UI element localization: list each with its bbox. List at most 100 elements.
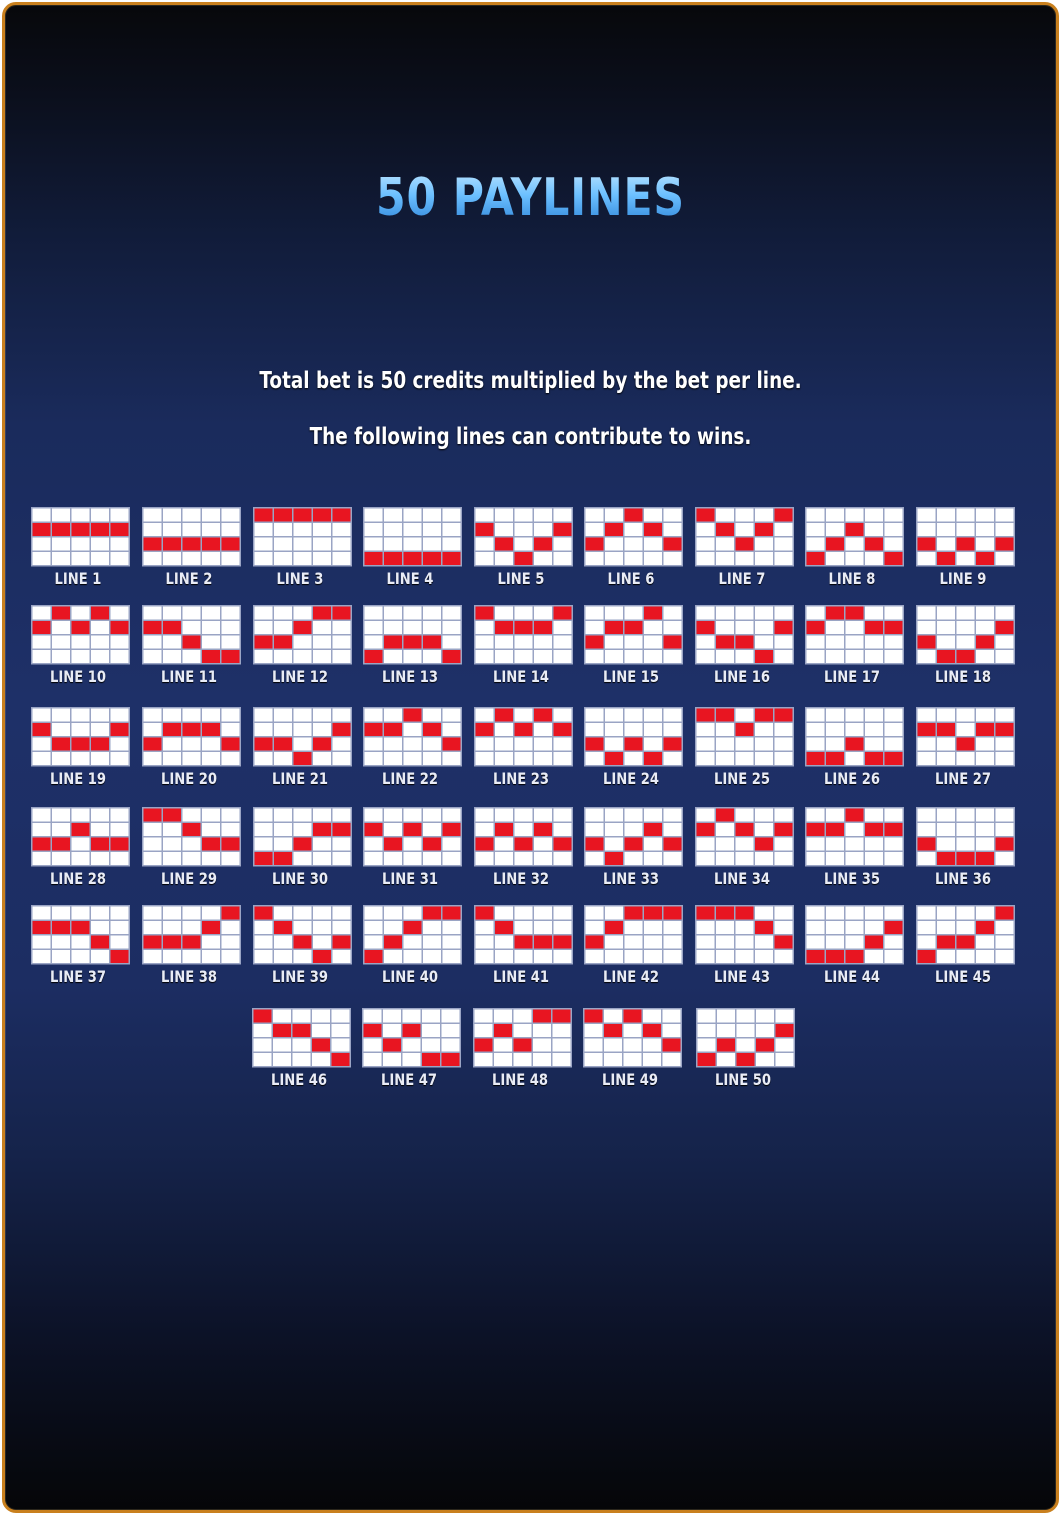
payline-cell-active [332, 823, 351, 836]
payline-cell-active [716, 906, 734, 920]
payline-cell [403, 808, 422, 822]
payline-diagram [474, 605, 573, 665]
payline-cell [254, 935, 273, 949]
payline-cell-active [143, 737, 162, 751]
payline-cell [553, 537, 572, 551]
payline-cell [937, 808, 955, 822]
payline-cell-active [71, 921, 90, 934]
payline-cell-active [884, 752, 903, 765]
payline-cell-active [221, 537, 240, 551]
payline-cell [441, 1038, 460, 1052]
payline-cell [585, 552, 604, 565]
payline-cell [331, 1038, 350, 1052]
payline-cell [696, 935, 715, 949]
payline-cell-active [956, 935, 975, 949]
payline-cell [495, 650, 513, 663]
payline-cell-active [806, 621, 825, 634]
payline-cell [717, 1024, 735, 1037]
payline-cell-active [254, 852, 273, 865]
payline-cell [605, 823, 623, 836]
payline-cell [755, 508, 773, 522]
payline-cell [756, 1053, 774, 1066]
payline-cell [806, 737, 825, 751]
payline-cell-active [403, 635, 422, 649]
payline-18: LINE 18 [916, 605, 1015, 686]
payline-cell [605, 737, 623, 751]
payline-cell [71, 635, 90, 649]
payline-cell-active [584, 1009, 603, 1023]
payline-cell [52, 650, 70, 663]
payline-25: LINE 25 [695, 707, 794, 788]
payline-cell [735, 552, 754, 565]
payline-cell-active [221, 837, 240, 851]
payline-cell-active [845, 950, 864, 963]
payline-cell [163, 852, 181, 865]
payline-cell [422, 1038, 440, 1052]
payline-cell [826, 737, 844, 751]
payline-cell [403, 906, 422, 920]
payline-cell-active [624, 508, 643, 522]
payline-cell [494, 1009, 512, 1023]
payline-cell-active [663, 906, 682, 920]
payline-cell [534, 650, 552, 663]
payline-cell [585, 606, 604, 620]
payline-cell [806, 837, 825, 851]
payline-cell [756, 1024, 774, 1037]
payline-diagram [362, 1008, 461, 1068]
payline-cell-active [845, 523, 864, 536]
payline-cell [254, 537, 273, 551]
payline-cell [384, 852, 402, 865]
payline-cell [585, 808, 604, 822]
payline-31: LINE 31 [363, 807, 462, 888]
payline-label: LINE 26 [823, 768, 881, 788]
payline-cell [403, 537, 422, 551]
payline-cell-active [32, 621, 51, 634]
payline-cell [774, 737, 793, 751]
payline-cell [736, 1009, 755, 1023]
payline-cell [845, 752, 864, 765]
payline-cell [584, 1024, 603, 1037]
payline-label: LINE 7 [718, 568, 766, 588]
payline-cell-active [163, 723, 181, 736]
payline-cell-active [774, 621, 793, 634]
payline-cell-active [292, 1024, 311, 1037]
payline-cell-active [865, 621, 883, 634]
payline-cell [644, 837, 662, 851]
payline-cell [774, 837, 793, 851]
payline-diagram [473, 1008, 572, 1068]
payline-26: LINE 26 [805, 707, 904, 788]
payline-cell-active [755, 921, 773, 934]
payline-cell [755, 823, 773, 836]
payline-cell-active [605, 852, 623, 865]
payline-cell [442, 950, 461, 963]
payline-22: LINE 22 [363, 707, 462, 788]
payline-diagram [474, 807, 573, 867]
payline-cell [845, 921, 864, 934]
payline-cell [442, 635, 461, 649]
payline-cell [475, 537, 494, 551]
payline-cell [71, 852, 90, 865]
payline-cell [384, 950, 402, 963]
payline-cell-active [865, 537, 883, 551]
payline-label: LINE 41 [492, 966, 550, 986]
payline-cell [514, 508, 533, 522]
payline-cell [273, 1038, 291, 1052]
payline-cell [474, 1053, 493, 1066]
payline-label: LINE 9 [939, 568, 987, 588]
payline-cell [976, 650, 994, 663]
payline-cell [553, 808, 572, 822]
payline-cell [495, 635, 513, 649]
payline-cell-active [143, 621, 162, 634]
payline-cell [403, 621, 422, 634]
payline-cell [495, 837, 513, 851]
payline-cell [976, 737, 994, 751]
payline-cell [110, 752, 129, 765]
payline-cell [826, 935, 844, 949]
payline-cell [274, 935, 292, 949]
payline-cell [423, 537, 441, 551]
payline-cell [52, 935, 70, 949]
payline-cell-active [442, 906, 461, 920]
payline-cell [441, 1009, 460, 1023]
payline-cell [363, 1053, 382, 1066]
payline-cell [364, 621, 383, 634]
